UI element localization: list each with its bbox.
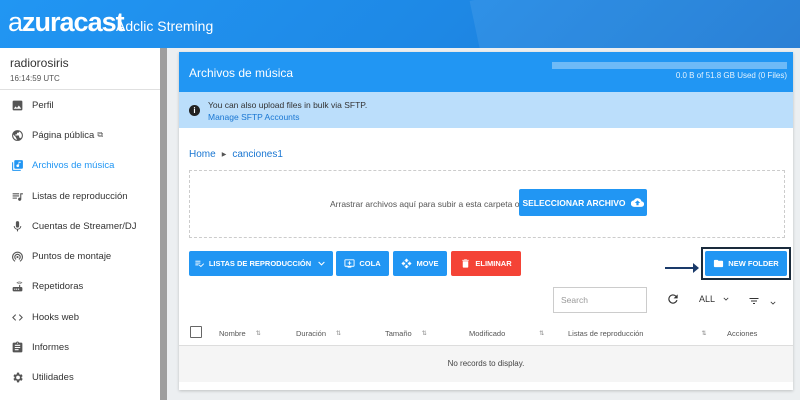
table-header: Nombre ⇅ Duración ⇅ Tamaño ⇅ Modificado ⇅ Li… — [179, 320, 793, 346]
queue-icon — [344, 259, 355, 268]
sidebar-item-label: Cuentas de Streamer/DJ — [32, 220, 137, 232]
server-time: 16:14:59 UTC — [10, 74, 60, 83]
report-icon — [10, 341, 24, 355]
music-library-icon — [10, 159, 24, 173]
breadcrumb-home[interactable]: Home — [189, 149, 216, 160]
code-icon — [10, 310, 24, 324]
breadcrumb: Home ▶ canciones1 — [189, 149, 283, 160]
sidebar-item-repetidoras[interactable]: Repetidoras — [0, 272, 160, 302]
sort-icon: ⇅ — [539, 331, 545, 337]
sidebar-header: radiorosiris 16:14:59 UTC — [0, 48, 160, 90]
station-username: radiorosiris — [10, 56, 69, 70]
column-listas[interactable]: Listas de reproducción ⇅ — [568, 329, 707, 338]
column-duracion[interactable]: Duración ⇅ — [296, 329, 341, 338]
sort-icon: ⇅ — [336, 331, 342, 337]
annotation-arrow — [665, 263, 699, 273]
sort-icon: ⇅ — [255, 331, 261, 337]
drop-zone-text: Arrastrar archivos aquí para subir a est… — [330, 199, 520, 209]
column-acciones: Acciones — [727, 329, 758, 338]
azuracast-logo[interactable]: azuracast — [8, 7, 125, 38]
external-link-icon: ⧉ — [97, 130, 104, 140]
gear-icon — [10, 371, 24, 385]
move-icon — [401, 258, 412, 269]
playlist-edit-icon — [195, 260, 204, 268]
sidebar-item-label: Perfil — [32, 99, 54, 111]
storage-usage-text: 0.0 B of 51.8 GB Used (0 Files) — [675, 71, 787, 80]
column-nombre[interactable]: Nombre ⇅ — [219, 329, 261, 338]
sidebar-item-utilidades[interactable]: Utilidades — [0, 363, 160, 393]
chevron-down-icon[interactable] — [768, 295, 778, 305]
column-modificado[interactable]: Modificado ⇅ — [469, 329, 544, 338]
sidebar-item-label: Página pública — [32, 129, 95, 141]
sidebar-item-label: Puntos de montaje — [32, 251, 112, 263]
station-name: Adclic Streming — [116, 18, 214, 34]
file-drop-zone[interactable]: Arrastrar archivos aquí para subir a est… — [189, 170, 785, 238]
sidebar-item-archivos-de-musica[interactable]: Archivos de música — [0, 151, 160, 181]
sidebar-item-puntos-de-montaje[interactable]: Puntos de montaje — [0, 241, 160, 271]
select-file-button[interactable]: SELECCIONAR ARCHIVO — [519, 189, 647, 216]
broadcast-icon — [10, 250, 24, 264]
filter-icon[interactable] — [748, 294, 760, 306]
info-icon: i — [189, 105, 200, 116]
globe-icon — [10, 128, 24, 142]
sftp-info-alert: i You can also upload files in bulk via … — [179, 92, 793, 128]
cloud-upload-icon — [630, 198, 644, 207]
chevron-down-icon — [721, 294, 731, 304]
sidebar-item-label: Informes — [32, 342, 69, 354]
sidebar-item-perfil[interactable]: Perfil — [0, 90, 160, 120]
music-files-card: Archivos de música 0.0 B of 51.8 GB Used… — [179, 52, 793, 390]
info-text: You can also upload files in bulk via SF… — [208, 100, 368, 110]
sort-icon: ⇅ — [701, 331, 707, 337]
sidebar-item-listas-de-reproduccion[interactable]: Listas de reproducción — [0, 181, 160, 211]
card-header: Archivos de música 0.0 B of 51.8 GB Used… — [179, 52, 793, 92]
chevron-down-icon — [318, 261, 325, 266]
queue-button[interactable]: COLA — [336, 251, 389, 276]
top-navbar: azuracast Adclic Streming — [0, 0, 800, 48]
empty-table-message: No records to display. — [179, 346, 793, 382]
search-input[interactable]: Search — [553, 287, 647, 313]
image-icon — [10, 98, 24, 112]
delete-button[interactable]: ELIMINAR — [451, 251, 521, 276]
manage-sftp-link[interactable]: Manage SFTP Accounts — [208, 112, 300, 122]
sidebar-item-label: Hooks web — [32, 311, 79, 323]
sidebar-item-label: Repetidoras — [32, 281, 84, 293]
sidebar-item-label: Listas de reproducción — [32, 190, 128, 202]
sort-icon: ⇅ — [421, 331, 427, 337]
storage-progress-bar — [552, 62, 787, 69]
breadcrumb-current[interactable]: canciones1 — [232, 149, 283, 160]
playlists-dropdown-button[interactable]: LISTAS DE REPRODUCCIÓN — [189, 251, 333, 276]
sidebar-item-hooks-web[interactable]: Hooks web — [0, 302, 160, 332]
page-size-select[interactable]: ALL — [699, 294, 731, 304]
folder-icon — [714, 259, 724, 268]
select-all-checkbox[interactable] — [190, 326, 202, 338]
sidebar-item-cuentas-streamer[interactable]: Cuentas de Streamer/DJ — [0, 211, 160, 241]
microphone-icon — [10, 219, 24, 233]
sidebar: radiorosiris 16:14:59 UTC Perfil Página … — [0, 48, 160, 400]
new-folder-button[interactable]: NEW FOLDER — [705, 251, 787, 276]
playlist-icon — [10, 189, 24, 203]
breadcrumb-separator-icon: ▶ — [221, 152, 227, 158]
column-tamano[interactable]: Tamaño ⇅ — [385, 329, 427, 338]
page-title: Archivos de música — [189, 66, 294, 80]
sidebar-item-label: Utilidades — [32, 372, 74, 384]
refresh-icon[interactable] — [666, 292, 680, 306]
sidebar-item-informes[interactable]: Informes — [0, 332, 160, 362]
move-button[interactable]: MOVE — [393, 251, 447, 276]
sidebar-item-label: Archivos de música — [32, 160, 115, 172]
sidebar-scrollbar[interactable] — [160, 48, 167, 400]
router-icon — [10, 280, 24, 294]
sidebar-item-pagina-publica[interactable]: Página pública ⧉ — [0, 120, 160, 150]
trash-icon — [462, 259, 470, 268]
